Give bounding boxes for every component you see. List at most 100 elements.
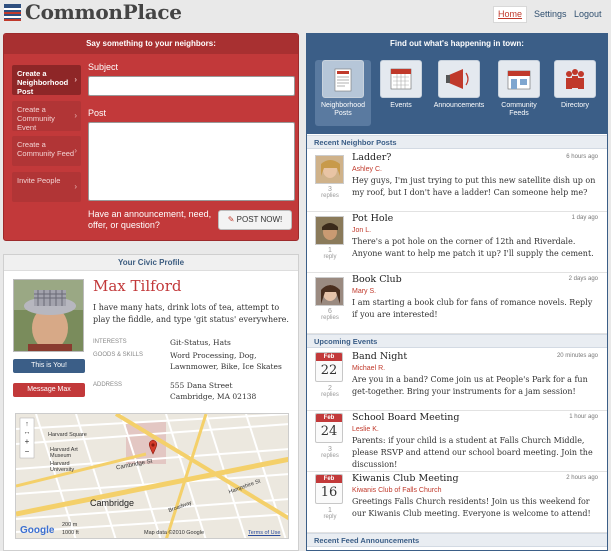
post-label: Post: [88, 108, 107, 118]
message-max-button[interactable]: Message Max: [13, 383, 85, 397]
post-body: Hey guys, I'm just trying to put this ne…: [352, 176, 596, 197]
post-title[interactable]: Pot Hole: [352, 213, 393, 224]
event-item-kiwanis[interactable]: Feb 16 1 reply Kiwanis Club Meeting Kiwani…: [307, 471, 607, 533]
announcements-label: Announcements: [433, 102, 485, 109]
post-title[interactable]: Ladder?: [352, 152, 391, 163]
reply-count-label: replies: [321, 315, 339, 321]
recent-feed-announcements-header: Recent Feed Announcements: [307, 533, 607, 547]
chevron-right-icon: ›: [74, 182, 77, 191]
event-title[interactable]: School Board Meeting: [352, 412, 459, 423]
community-feeds-link[interactable]: Community Feeds: [491, 60, 547, 126]
goods-skills-value: Word Processing, Dog, Lawnmower, Bike, I…: [170, 351, 282, 371]
post-item-book-club[interactable]: 6 replies Book Club Mary S. 2 days ago I …: [307, 272, 607, 334]
reply-count-label: replies: [321, 453, 339, 459]
post-panel-title: Say something to your neighbors:: [4, 34, 298, 54]
reply-count: 1 reply: [313, 247, 347, 261]
post-item-ladder[interactable]: 3 replies Ladder? Ashley C. 6 hours ago H…: [307, 150, 607, 212]
svg-text:↑: ↑: [25, 421, 29, 428]
tab-label: Create a Neighborhood Post: [17, 69, 69, 96]
tab-create-community-event[interactable]: Create a Community Event ›: [12, 101, 81, 132]
subject-input[interactable]: [88, 76, 295, 96]
reply-count-number: 1: [328, 247, 332, 254]
tab-invite-people[interactable]: Invite People ›: [12, 172, 81, 202]
map-label-cambridge: Cambridge: [90, 498, 135, 508]
post-author[interactable]: Ashley C.: [352, 166, 382, 173]
event-time: 1 hour ago: [569, 414, 598, 420]
map-terms-link[interactable]: Terms of Use: [248, 530, 280, 536]
post-panel: Say something to your neighbors: Create …: [3, 33, 299, 241]
reply-count-label: replies: [321, 193, 339, 199]
directory-link[interactable]: Directory: [547, 60, 603, 126]
nav-home-link[interactable]: Home: [493, 6, 527, 23]
profile-bio: I have many hats, drink lots of tea, att…: [93, 303, 289, 324]
nav-logout-link[interactable]: Logout: [574, 9, 602, 19]
event-day: 22: [320, 363, 338, 378]
neighborhood-posts-link[interactable]: Neighborhood Posts: [315, 60, 371, 126]
header: CommonPlace Home Settings Logout: [0, 0, 611, 30]
svg-text:−: −: [25, 447, 30, 456]
events-label: Events: [390, 102, 412, 109]
map-scale-ft: 1000 ft: [62, 530, 79, 536]
reply-count: 3 replies: [313, 186, 347, 200]
event-month: Feb: [316, 414, 342, 422]
post-now-button[interactable]: ✎ POST NOW!: [218, 210, 292, 230]
post-now-label: POST NOW!: [236, 215, 283, 224]
avatar: [315, 277, 344, 306]
post-textarea[interactable]: [88, 122, 295, 201]
event-title[interactable]: Kiwanis Club Meeting: [352, 473, 459, 484]
event-item-band-night[interactable]: Feb 22 2 replies Band Night Michael R. 20 …: [307, 349, 607, 411]
profile-name: Max Tilford: [93, 277, 182, 295]
event-time: 20 minutes ago: [556, 353, 598, 359]
map-label-poi1: Harvard Art Museum: [50, 447, 78, 459]
interests-value: Git-Status, Hats: [170, 338, 231, 347]
map-label-harvard-square: Harvard Square: [48, 432, 87, 438]
this-is-you-button[interactable]: This is You!: [13, 359, 85, 373]
reply-count-label: replies: [321, 392, 339, 398]
nav-settings-link[interactable]: Settings: [534, 9, 567, 19]
storefront-icon: [498, 60, 540, 98]
event-item-school-board[interactable]: Feb 24 3 replies School Board Meeting Lesl…: [307, 410, 607, 472]
event-title[interactable]: Band Night: [352, 351, 407, 362]
post-prompt: Have an announcement, need, offer, or qu…: [88, 209, 212, 230]
events-calendar-icon: [380, 60, 422, 98]
event-month: Feb: [316, 353, 342, 361]
town-panel-title: Find out what's happening in town:: [307, 34, 607, 54]
event-author[interactable]: Leslie K.: [352, 426, 379, 433]
tab-label: Create a Community Feed: [17, 140, 75, 158]
event-body: Parents: if your child is a student at F…: [352, 436, 593, 469]
event-author[interactable]: Kiwanis Club of Falls Church: [352, 487, 441, 494]
town-panel: Find out what's happening in town: Neigh…: [306, 33, 608, 551]
announcements-link[interactable]: Announcements: [431, 60, 487, 126]
event-body: Are you in a band? Come join us at Peopl…: [352, 375, 588, 396]
google-logo[interactable]: Google: [20, 525, 54, 536]
events-link[interactable]: Events: [373, 60, 429, 126]
avatar: [315, 155, 344, 184]
map-attribution: Map data ©2010 Google: [144, 530, 205, 536]
recent-posts-header: Recent Neighbor Posts: [307, 135, 607, 149]
chevron-right-icon: ›: [74, 146, 77, 155]
post-author[interactable]: Jon L.: [352, 227, 371, 234]
profile-title: Your Civic Profile: [4, 255, 298, 271]
tab-create-community-feed[interactable]: Create a Community Feed ›: [12, 136, 81, 166]
post-title[interactable]: Book Club: [352, 274, 402, 285]
post-author[interactable]: Mary S.: [352, 288, 376, 295]
event-author[interactable]: Michael R.: [352, 365, 385, 372]
logo[interactable]: CommonPlace: [25, 0, 182, 24]
tab-label: Invite People: [17, 176, 61, 185]
event-day: 24: [320, 424, 338, 439]
logo-flag-icon: [4, 4, 21, 21]
post-time: 6 hours ago: [566, 154, 598, 160]
interests-label: INTERESTS: [93, 339, 127, 345]
post-item-pot-hole[interactable]: 1 reply Pot Hole Jon L. 1 day ago There's…: [307, 211, 607, 273]
community-feeds-label: Community Feeds: [501, 102, 537, 117]
avatar: [315, 216, 344, 245]
tab-create-neighborhood-post[interactable]: Create a Neighborhood Post ›: [12, 65, 81, 96]
map[interactable]: ↑ ↔ + − Cambridge St Harvard Square Harv…: [15, 413, 289, 539]
address-line1: 555 Dana Street: [170, 381, 233, 390]
goods-skills-label: GOODS & SKILLS: [93, 352, 144, 358]
chevron-right-icon: ›: [74, 75, 77, 84]
avatar-image: [14, 280, 83, 351]
map-scale-m: 200 m: [62, 522, 78, 528]
calendar-date-icon: Feb 22: [315, 352, 343, 382]
address-line2: Cambridge, MA 02138: [170, 392, 257, 401]
